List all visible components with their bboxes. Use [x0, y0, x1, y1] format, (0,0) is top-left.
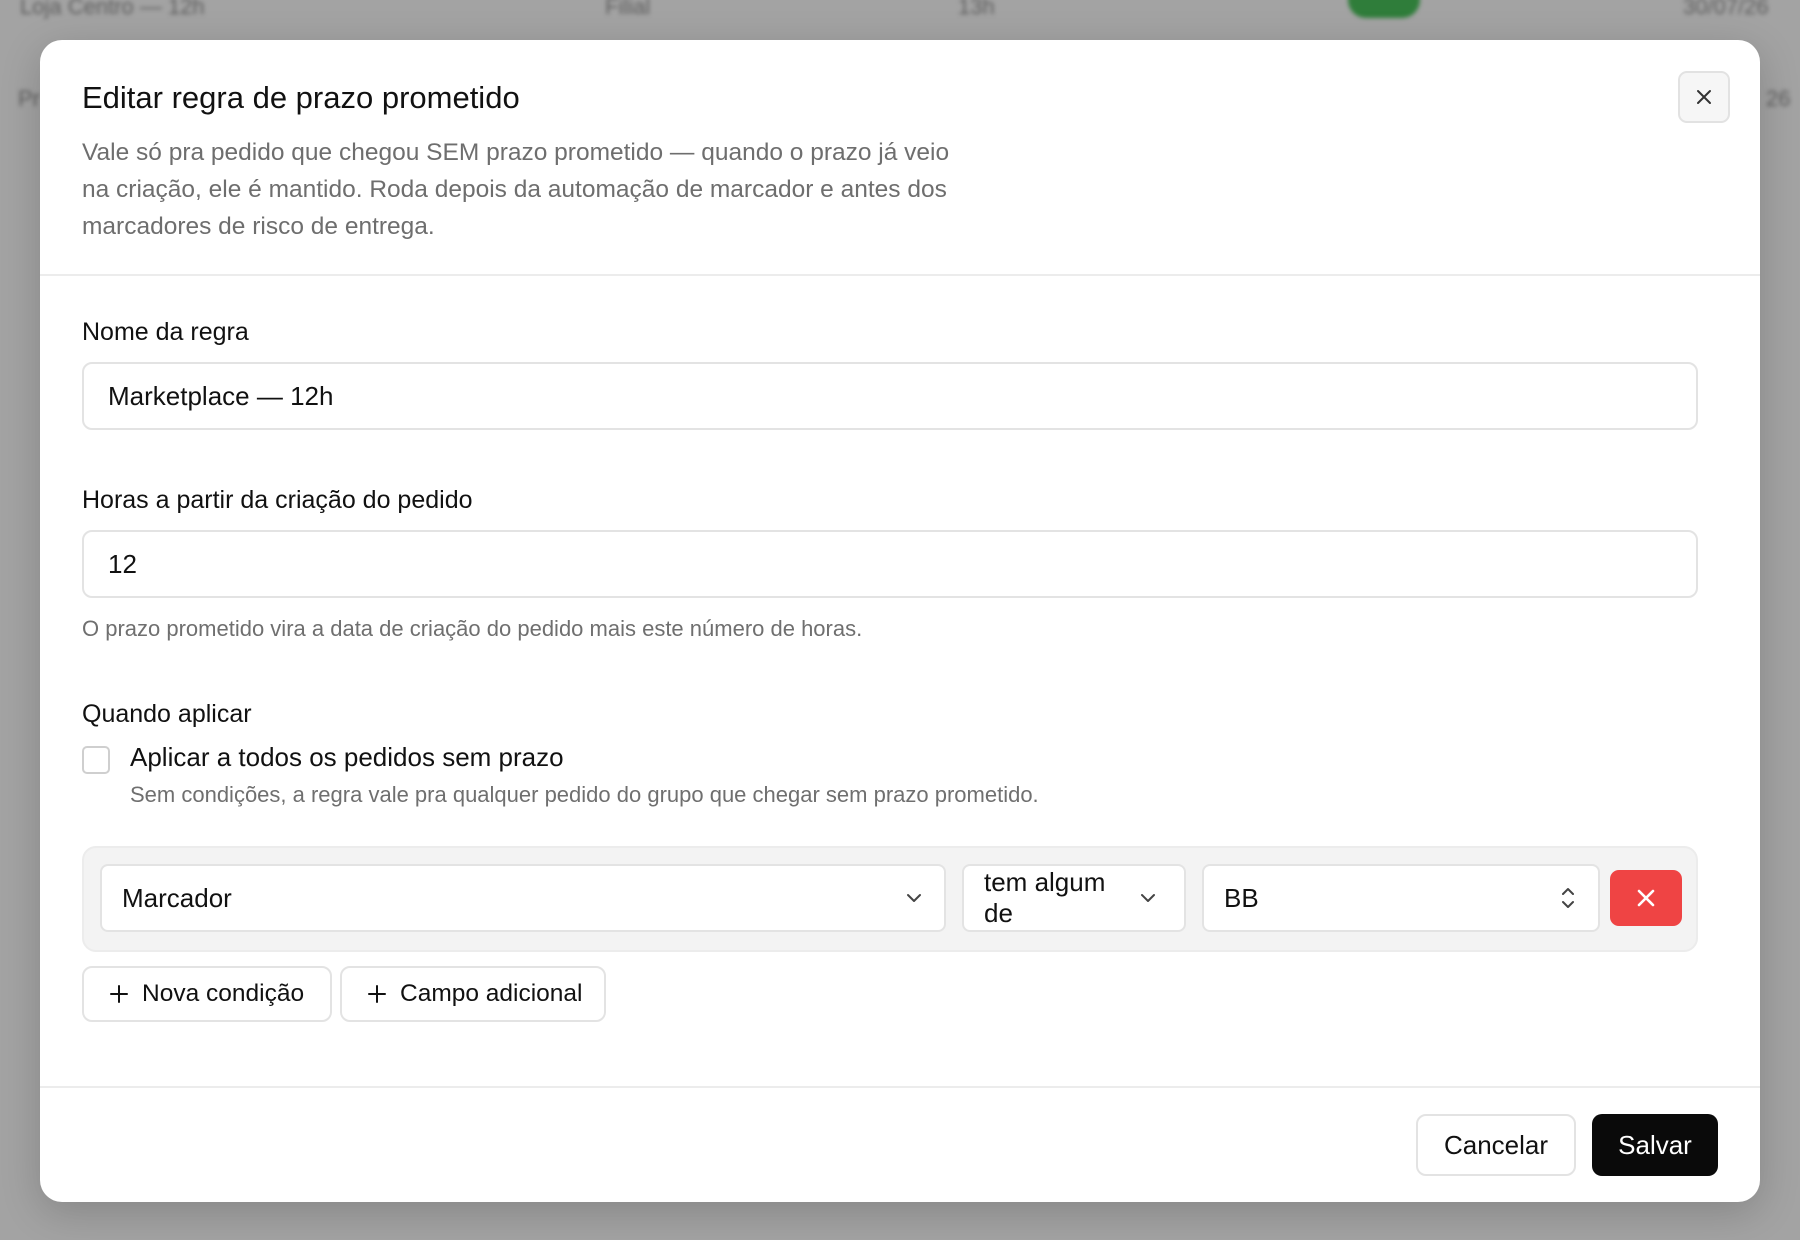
dialog-title: Editar regra de prazo prometido [82, 80, 520, 115]
background-cell: Pr [18, 86, 40, 111]
apply-all-label[interactable]: Aplicar a todos os pedidos sem prazo [130, 742, 564, 773]
dialog-description: Vale só pra pedido que chegou SEM prazo … [82, 139, 950, 240]
hours-label: Horas a partir da criação do pedido [82, 486, 473, 514]
condition-value-select[interactable]: BB [1202, 864, 1600, 932]
chevron-up-down-icon [1562, 888, 1574, 908]
chevron-down-icon [1141, 894, 1155, 902]
close-button[interactable] [1678, 71, 1730, 123]
condition-operator-value: tem algum de [984, 867, 1106, 928]
condition-operator-select[interactable]: tem algum de [962, 864, 1186, 932]
close-icon [1697, 90, 1711, 104]
new-condition-button[interactable]: Nova condição [82, 966, 332, 1022]
rule-name-label: Nome da regra [82, 318, 249, 346]
background-row: Loja Centro — 12h Filial 13h 30/07/26 [0, 0, 1800, 34]
cancel-button[interactable]: Cancelar [1416, 1114, 1576, 1176]
extra-field-label: Campo adicional [400, 980, 583, 1007]
new-condition-label: Nova condição [142, 980, 305, 1007]
background-cell: 30/07/26 [1683, 0, 1769, 19]
background-cell: 26 [1766, 86, 1791, 111]
extra-field-button[interactable]: Campo adicional [340, 966, 606, 1022]
background-cell: Filial [605, 0, 651, 19]
plus-icon [110, 985, 128, 1003]
condition-value: BB [1224, 882, 1259, 913]
remove-condition-button[interactable] [1610, 870, 1682, 926]
background-toggle [1348, 0, 1420, 18]
hours-hint: O prazo prometido vira a data de criação… [82, 616, 863, 641]
close-icon [1637, 889, 1655, 907]
dialog-footer: Cancelar Salvar [40, 1086, 1760, 1202]
apply-all-checkbox[interactable] [82, 746, 110, 774]
condition-row: Marcador tem algum de BB [82, 846, 1698, 952]
background-cell: 13h [958, 0, 995, 19]
dialog-header: Editar regra de prazo prometido Vale só … [40, 40, 1760, 276]
condition-field-value: Marcador [122, 882, 232, 913]
condition-field-select[interactable]: Marcador [100, 864, 946, 932]
edit-rule-dialog: Editar regra de prazo prometido Vale só … [40, 40, 1760, 1202]
hours-input[interactable] [82, 530, 1698, 598]
chevron-down-icon [907, 894, 921, 902]
background-cell: Loja Centro — 12h [20, 0, 205, 19]
when-apply-label: Quando aplicar [82, 700, 252, 728]
save-button[interactable]: Salvar [1592, 1114, 1718, 1176]
apply-all-hint: Sem condições, a regra vale pra qualquer… [130, 782, 1039, 807]
plus-icon [368, 985, 386, 1003]
rule-name-input[interactable] [82, 362, 1698, 430]
